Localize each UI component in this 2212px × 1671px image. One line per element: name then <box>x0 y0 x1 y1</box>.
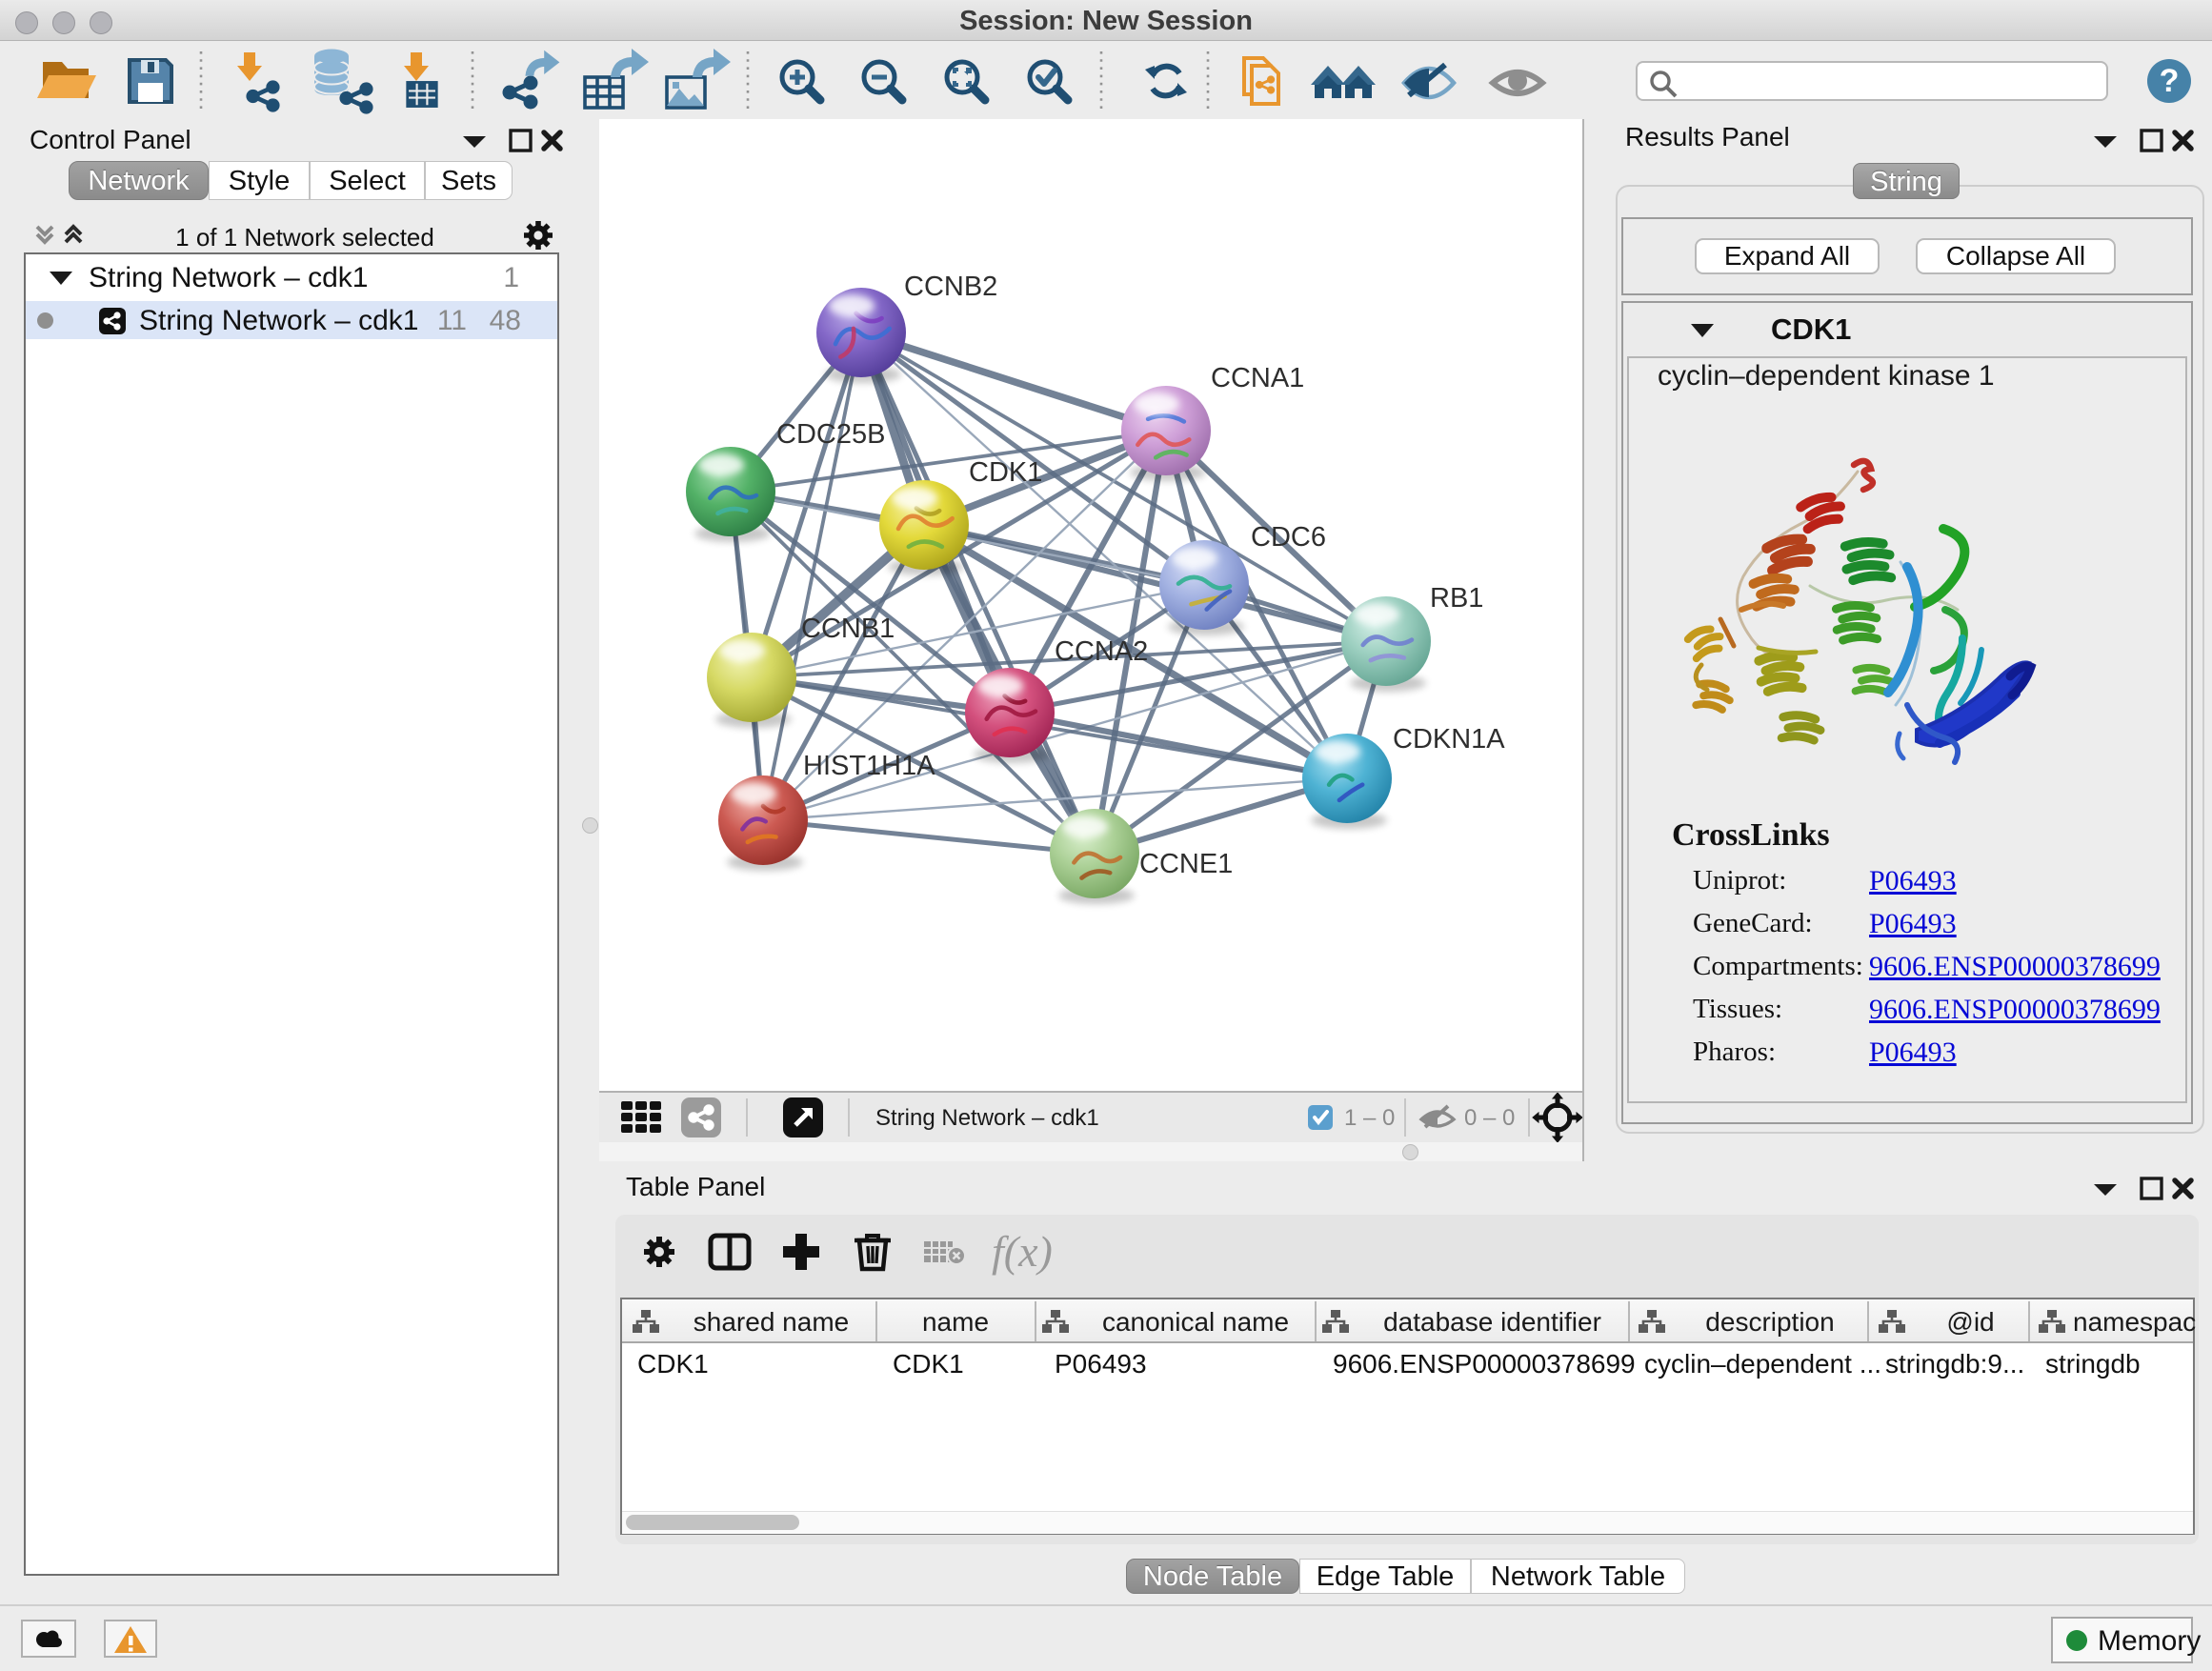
svg-text:0 – 0: 0 – 0 <box>1464 1105 1515 1131</box>
svg-text:CCNA1: CCNA1 <box>1211 363 1304 393</box>
svg-text:f(x): f(x) <box>992 1227 1053 1276</box>
svg-text:CCNE1: CCNE1 <box>1139 849 1233 879</box>
svg-text:CCNB2: CCNB2 <box>904 272 997 302</box>
svg-text:HIST1H1A: HIST1H1A <box>803 751 935 781</box>
svg-text:CDKN1A: CDKN1A <box>1393 724 1505 755</box>
svg-text:CCNB1: CCNB1 <box>801 614 895 644</box>
svg-text:RB1: RB1 <box>1430 583 1483 614</box>
svg-text:CDC25B: CDC25B <box>776 419 885 450</box>
svg-text:CDK1: CDK1 <box>969 457 1042 488</box>
svg-text:CCNA2: CCNA2 <box>1055 636 1148 667</box>
svg-text:1 – 0: 1 – 0 <box>1344 1105 1395 1131</box>
svg-text:String Network – cdk1: String Network – cdk1 <box>875 1105 1099 1131</box>
svg-text:CDC6: CDC6 <box>1251 522 1326 553</box>
